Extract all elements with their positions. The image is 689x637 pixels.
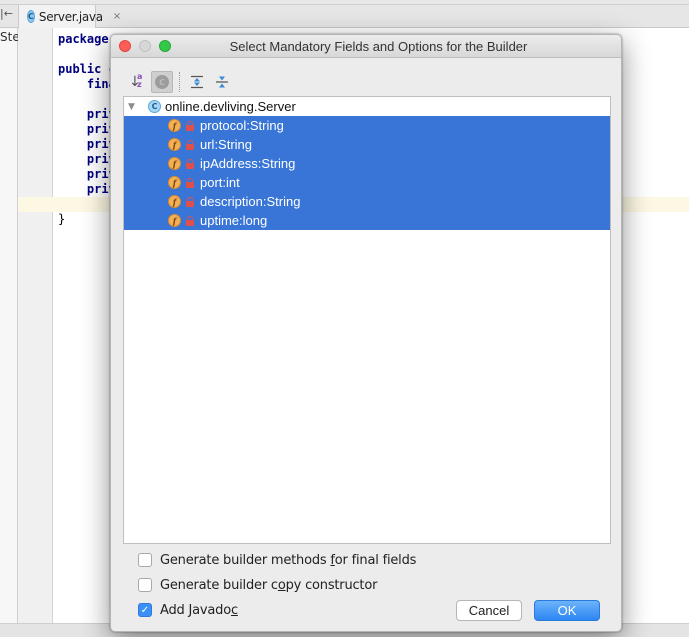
fields-tree[interactable]: ▼ C online.devliving.Server f protocol:St… [123,96,611,544]
label-text: Generate builder methods [160,552,331,568]
show-classes-icon: C [155,75,169,89]
private-lock-icon [186,215,194,226]
option-add-javadoc[interactable]: ✓ Add Javadoc [138,602,238,618]
field-label: protocol:String [200,118,284,133]
field-label: url:String [200,137,253,152]
ok-button[interactable]: OK [534,600,600,621]
field-icon: f [168,176,181,189]
class-icon: C [27,10,35,23]
label-text: Add Javado [160,602,231,618]
dialog-toolbar: ↓ a z C [126,70,233,94]
class-icon: C [148,100,161,113]
option-add-javadoc-checkbox[interactable]: ✓ [138,603,152,617]
field-label: port:int [200,175,240,190]
code-line: priv [58,182,116,196]
code-line: priv [58,122,116,136]
field-icon: f [168,195,181,208]
tab-label: Server.java [38,9,103,24]
field-icon: f [168,214,181,227]
expand-all-button[interactable] [186,71,208,93]
field-label: description:String [200,194,301,209]
sort-alphabetically-button[interactable]: ↓ a z [126,71,148,93]
cancel-button[interactable]: Cancel [456,600,522,621]
code-line: priv [58,152,116,166]
option-final-fields[interactable]: Generate builder methods for final field… [138,552,416,568]
label-text: Generate builder c [160,577,278,593]
field-icon: f [168,119,181,132]
option-final-fields-checkbox[interactable] [138,553,152,567]
field-row[interactable]: f ipAddress:String [124,154,610,173]
private-lock-icon [186,196,194,207]
code-line: priv [58,107,116,121]
field-row[interactable]: f description:String [124,192,610,211]
tree-root-class[interactable]: ▼ C online.devliving.Server [124,97,610,116]
mnemonic-char: c [230,602,238,618]
editor-tab-bar: |← C Server.java × [0,5,689,28]
project-panel-text: Ste [0,30,20,44]
code-line: priv [58,137,116,151]
code-line: public c [58,62,116,76]
project-panel: Ste [0,28,20,623]
field-row[interactable]: f uptime:long [124,211,610,230]
dialog-title: Select Mandatory Fields and Options for … [229,39,528,54]
option-copy-constructor-label: Generate builder copy constructor [160,578,377,593]
root-class-label: online.devliving.Server [165,99,296,114]
code-line: } [58,212,66,226]
toolbar-separator [179,72,180,92]
field-label: ipAddress:String [200,156,296,171]
private-lock-icon [186,139,194,150]
field-row[interactable]: f protocol:String [124,116,610,135]
option-copy-constructor[interactable]: Generate builder copy constructor [138,577,377,593]
option-add-javadoc-label: Add Javadoc [160,603,238,618]
builder-dialog: Select Mandatory Fields and Options for … [110,34,622,632]
show-classes-toggle[interactable]: C [151,71,173,93]
field-icon: f [168,138,181,151]
label-text: py constructor [285,577,378,593]
label-text: or final fields [334,552,417,568]
collapse-all-button[interactable] [211,71,233,93]
code-line: package [58,32,109,46]
field-label: uptime:long [200,213,268,228]
dialog-titlebar[interactable]: Select Mandatory Fields and Options for … [111,35,621,58]
private-lock-icon [186,120,194,131]
option-copy-constructor-checkbox[interactable] [138,578,152,592]
field-row[interactable]: f port:int [124,173,610,192]
field-row[interactable]: f url:String [124,135,610,154]
private-lock-icon [186,177,194,188]
sort-alphabetically-icon: ↓ a z [129,72,143,90]
pin-icon[interactable]: |← [0,7,16,27]
field-icon: f [168,157,181,170]
gutter-caret-line [18,197,53,212]
private-lock-icon [186,158,194,169]
collapse-all-icon [216,76,228,88]
close-icon[interactable]: × [113,11,121,22]
tab-server-java[interactable]: C Server.java × [18,5,121,28]
expand-all-icon [191,75,203,89]
code-line: fina [58,77,116,91]
expand-triangle-icon[interactable]: ▼ [128,102,142,112]
editor-gutter [18,28,53,623]
checkmark-icon: ✓ [140,604,150,616]
option-final-fields-label: Generate builder methods for final field… [160,553,416,568]
code-line: priv [58,167,116,181]
mnemonic-char: o [277,577,286,593]
